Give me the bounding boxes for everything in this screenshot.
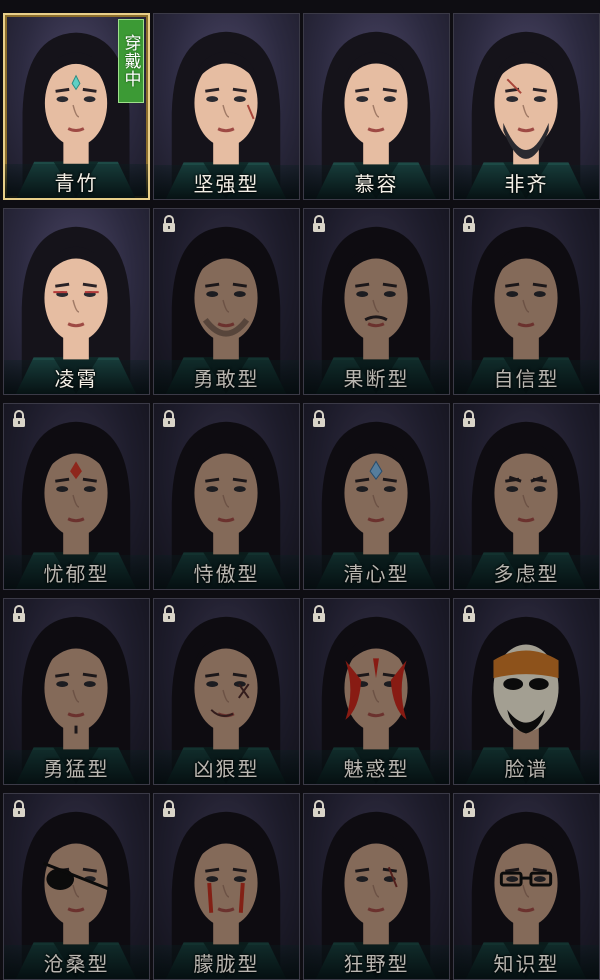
- face-tile[interactable]: 勇猛型: [3, 598, 150, 785]
- face-label-bar: 清心型: [304, 555, 449, 589]
- face-label-bar: 忧郁型: [4, 555, 149, 589]
- face-tile[interactable]: 恃傲型: [153, 403, 300, 590]
- face-label: 凶狠型: [193, 756, 260, 781]
- face-label: 非齐: [504, 171, 549, 196]
- face-label-bar: 脸谱: [454, 750, 599, 784]
- face-label-bar: 多虑型: [454, 555, 599, 589]
- face-grid: 穿戴中 青竹 坚强型 慕容 非齐 凌霄 勇敢型 果断型 自信型 忧郁型 恃傲型 …: [0, 0, 600, 980]
- face-label: 清心型: [343, 561, 410, 586]
- face-tile[interactable]: 果断型: [303, 208, 450, 395]
- lock-icon: [163, 605, 175, 622]
- face-label: 坚强型: [193, 171, 260, 196]
- face-label: 多虑型: [493, 561, 560, 586]
- face-label: 魅惑型: [343, 756, 410, 781]
- face-label-bar: 果断型: [304, 360, 449, 394]
- face-label: 恃傲型: [193, 561, 260, 586]
- face-tile[interactable]: 多虑型: [453, 403, 600, 590]
- lock-icon: [463, 215, 475, 232]
- lock-icon: [163, 215, 175, 232]
- face-tile[interactable]: 沧桑型: [3, 793, 150, 980]
- face-label-bar: 慕容: [304, 165, 449, 199]
- face-label-bar: 自信型: [454, 360, 599, 394]
- face-tile[interactable]: 凶狠型: [153, 598, 300, 785]
- face-label-bar: 恃傲型: [154, 555, 299, 589]
- lock-icon: [313, 605, 325, 622]
- face-label-bar: 狂野型: [304, 945, 449, 979]
- face-tile[interactable]: 穿戴中 青竹: [3, 13, 150, 200]
- face-label-bar: 坚强型: [154, 165, 299, 199]
- face-label-bar: 沧桑型: [4, 945, 149, 979]
- face-label: 朦胧型: [193, 951, 260, 976]
- lock-icon: [463, 410, 475, 427]
- face-label-bar: 青竹: [5, 164, 148, 198]
- face-label: 沧桑型: [43, 951, 110, 976]
- equipped-badge: 穿戴中: [118, 19, 144, 103]
- face-tile[interactable]: 知识型: [453, 793, 600, 980]
- lock-icon: [313, 215, 325, 232]
- face-label-bar: 凶狠型: [154, 750, 299, 784]
- face-label-bar: 勇猛型: [4, 750, 149, 784]
- face-tile[interactable]: 勇敢型: [153, 208, 300, 395]
- face-label-bar: 知识型: [454, 945, 599, 979]
- face-tile[interactable]: 非齐: [453, 13, 600, 200]
- lock-icon: [13, 605, 25, 622]
- lock-icon: [463, 605, 475, 622]
- face-label: 青竹: [54, 170, 99, 195]
- face-tile[interactable]: 凌霄: [3, 208, 150, 395]
- face-tile[interactable]: 忧郁型: [3, 403, 150, 590]
- face-label: 忧郁型: [43, 561, 110, 586]
- face-label: 勇猛型: [43, 756, 110, 781]
- face-tile[interactable]: 慕容: [303, 13, 450, 200]
- face-tile[interactable]: 狂野型: [303, 793, 450, 980]
- lock-icon: [163, 800, 175, 817]
- face-label: 狂野型: [343, 951, 410, 976]
- face-tile[interactable]: 坚强型: [153, 13, 300, 200]
- face-label-bar: 非齐: [454, 165, 599, 199]
- face-tile[interactable]: 清心型: [303, 403, 450, 590]
- face-tile[interactable]: 脸谱: [453, 598, 600, 785]
- face-tile[interactable]: 朦胧型: [153, 793, 300, 980]
- face-label-bar: 勇敢型: [154, 360, 299, 394]
- lock-icon: [313, 410, 325, 427]
- face-label-bar: 朦胧型: [154, 945, 299, 979]
- lock-icon: [163, 410, 175, 427]
- face-tile[interactable]: 自信型: [453, 208, 600, 395]
- face-label: 凌霄: [54, 366, 99, 391]
- face-label: 果断型: [343, 366, 410, 391]
- lock-icon: [13, 410, 25, 427]
- face-label: 知识型: [493, 951, 560, 976]
- face-label-bar: 魅惑型: [304, 750, 449, 784]
- lock-icon: [13, 800, 25, 817]
- lock-icon: [313, 800, 325, 817]
- face-label: 慕容: [354, 171, 399, 196]
- face-label: 勇敢型: [193, 366, 260, 391]
- face-label: 自信型: [493, 366, 560, 391]
- face-label: 脸谱: [504, 756, 549, 781]
- lock-icon: [463, 800, 475, 817]
- face-tile[interactable]: 魅惑型: [303, 598, 450, 785]
- face-label-bar: 凌霄: [4, 360, 149, 394]
